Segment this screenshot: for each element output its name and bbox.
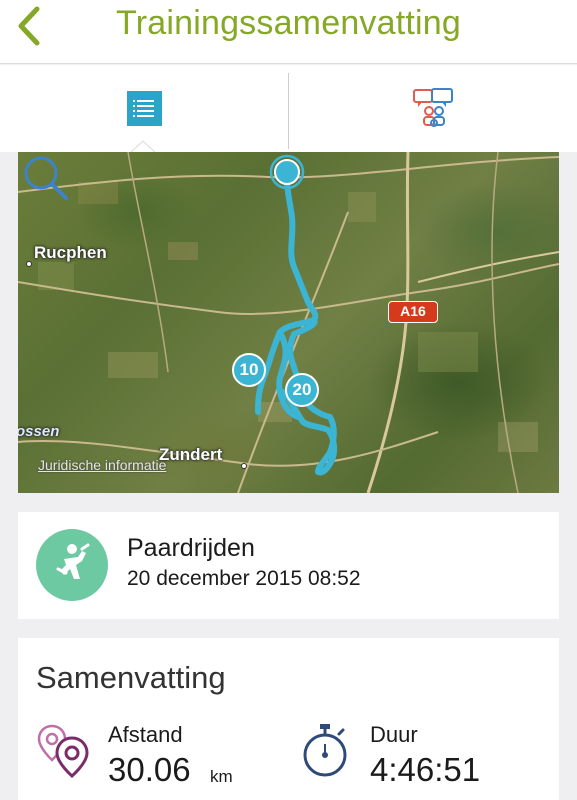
zoom-icon[interactable] <box>18 152 70 200</box>
distance-value: 30.06 <box>108 751 191 788</box>
place-marker <box>241 463 247 469</box>
tab-indicator <box>131 140 155 152</box>
km-marker: 20 <box>285 373 319 407</box>
list-icon[interactable] <box>127 91 162 126</box>
place-marker <box>26 261 32 267</box>
summary-card: Samenvatting Afstand 30.06 km Duur 4:46:… <box>18 638 559 800</box>
distance-label: Afstand <box>108 722 183 747</box>
social-share-icon[interactable] <box>412 87 456 133</box>
duration-value: 4:46:51 <box>370 751 481 788</box>
km-marker: 10 <box>232 353 266 387</box>
horse-riding-icon <box>36 529 108 601</box>
distance-unit: km <box>210 767 233 786</box>
place-label-zundert: Zundert <box>159 445 223 464</box>
tab-bar <box>0 65 577 152</box>
road-badge: A16 <box>388 301 438 323</box>
map-roads <box>18 152 559 493</box>
activity-date: 20 december 2015 08:52 <box>127 567 361 590</box>
activity-name: Paardrijden <box>127 534 255 562</box>
activity-card: Paardrijden 20 december 2015 08:52 <box>18 512 559 619</box>
page-title: Trainingssamenvatting <box>116 4 461 42</box>
app-header: Trainingssamenvatting <box>0 0 577 64</box>
route-map[interactable]: Rucphen Zundert ossen A16 10 20 Juridisc… <box>18 152 559 493</box>
duration-label: Duur <box>370 722 418 747</box>
legal-link[interactable]: Juridische informatie <box>38 457 166 473</box>
location-pins-icon <box>37 724 89 778</box>
tab-divider <box>288 73 289 149</box>
summary-title: Samenvatting <box>36 660 226 695</box>
place-label-ossen: ossen <box>18 423 60 440</box>
place-label-rucphen: Rucphen <box>34 243 107 262</box>
stopwatch-icon <box>303 724 347 777</box>
